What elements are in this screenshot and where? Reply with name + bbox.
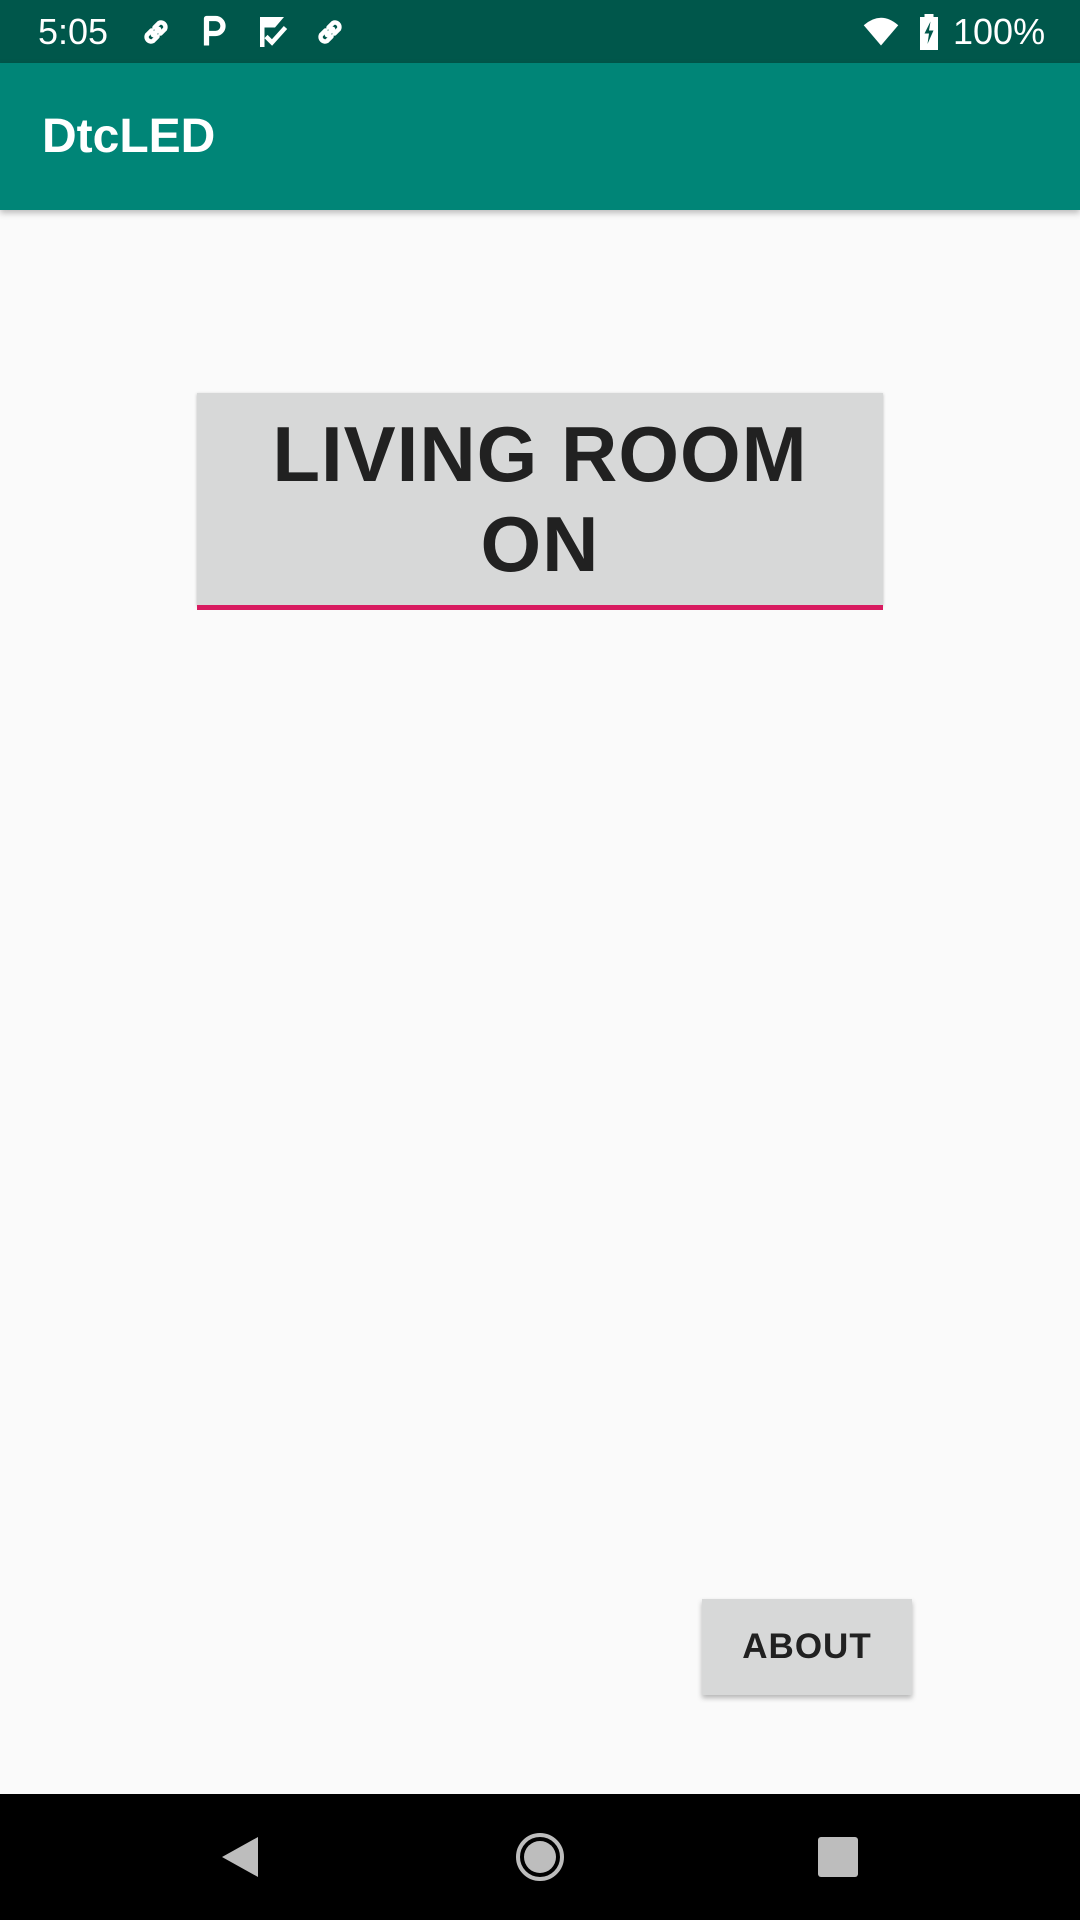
- wifi-icon: [860, 14, 902, 50]
- living-room-toggle-button[interactable]: LIVING ROOM ON: [197, 393, 883, 605]
- about-button[interactable]: ABOUT: [702, 1599, 912, 1695]
- app-title: DtcLED: [42, 110, 216, 163]
- back-icon[interactable]: [210, 1827, 270, 1887]
- battery-charging-icon: [916, 14, 942, 50]
- app-bar: DtcLED: [0, 63, 1080, 210]
- navigation-bar: [0, 1794, 1080, 1920]
- check-flag-icon: [254, 14, 290, 50]
- link-icon: [138, 14, 174, 50]
- link-icon: [312, 14, 348, 50]
- status-time: 5:05: [38, 11, 109, 52]
- battery-percent: 100%: [953, 11, 1046, 52]
- toggle-button-label: LIVING ROOM ON: [272, 410, 808, 588]
- toggle-on-indicator: [197, 605, 883, 610]
- parking-p-icon: [196, 14, 232, 50]
- home-icon[interactable]: [510, 1827, 570, 1887]
- status-bar: 5:05 100%: [0, 0, 1080, 63]
- recents-icon[interactable]: [808, 1827, 868, 1887]
